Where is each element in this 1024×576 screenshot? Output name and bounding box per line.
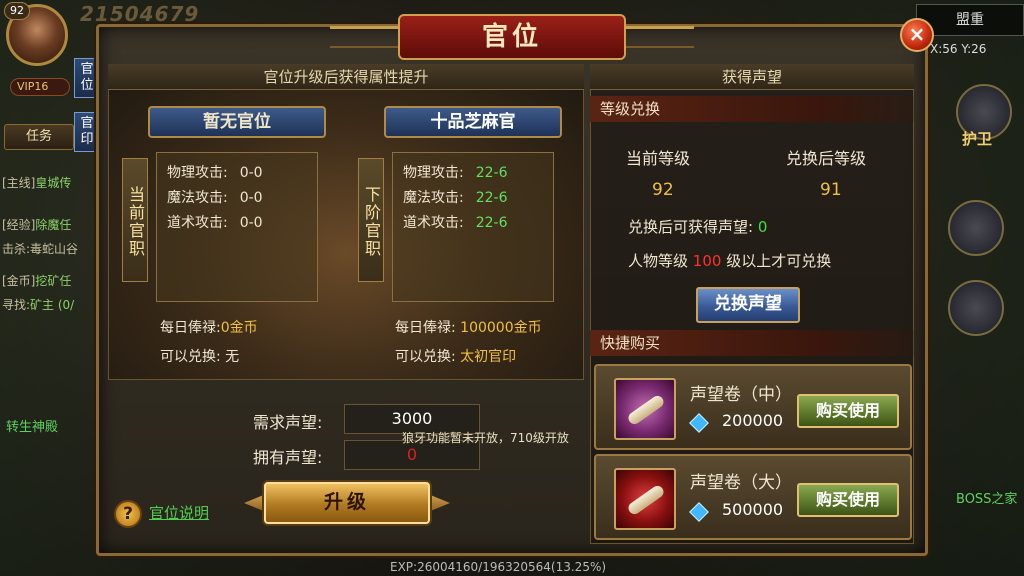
- quest-item[interactable]: [经验]除魔任: [2, 216, 71, 233]
- required-prestige-label: 需求声望:: [253, 413, 323, 432]
- stat-row: 物理攻击: 22-6: [403, 165, 508, 181]
- stat-row: 魔法攻击: 0-0: [167, 190, 263, 206]
- rebirth-temple-label[interactable]: 转生神殿: [6, 416, 58, 435]
- item-name: 声望卷（中）: [690, 385, 792, 405]
- prestige-header: 获得声望: [590, 64, 914, 90]
- exp-readout: EXP:26004160/196320564(13.25%): [390, 560, 607, 574]
- stat-row: 道术攻击: 0-0: [167, 215, 263, 231]
- next-stats-box: 物理攻击: 22-6 魔法攻击: 22-6 道术攻击: 22-6: [392, 152, 554, 302]
- item-price: 200000: [722, 411, 784, 430]
- skill-slot-icon[interactable]: [948, 280, 1004, 336]
- title-ornament-right: [624, 26, 694, 48]
- buy-use-button[interactable]: 购买使用: [797, 394, 899, 428]
- current-exchange: 可以兑换: 无: [160, 349, 240, 365]
- quest-item[interactable]: 击杀:毒蛇山谷: [2, 240, 78, 257]
- current-level-value: 92: [652, 180, 674, 200]
- upgrade-button[interactable]: 升级: [264, 482, 430, 524]
- stat-row: 物理攻击: 0-0: [167, 165, 263, 181]
- current-rank-name: 暂无官位: [148, 106, 326, 138]
- after-level-value: 91: [820, 180, 842, 200]
- after-level-label: 兑换后等级: [786, 149, 867, 168]
- buy-use-button[interactable]: 购买使用: [797, 483, 899, 517]
- guard-label[interactable]: 护卫: [962, 128, 992, 149]
- obtain-prestige: 兑换后可获得声望: 0: [628, 218, 768, 236]
- item-name: 声望卷（大）: [690, 473, 792, 493]
- current-rank-label: 当前官职: [122, 158, 148, 282]
- task-button[interactable]: 任务: [4, 124, 74, 150]
- current-level-label: 当前等级: [626, 149, 691, 168]
- prestige-scroll-medium-icon[interactable]: [614, 378, 676, 440]
- item-price: 500000: [722, 500, 784, 519]
- exchange-prestige-button[interactable]: 兑换声望: [696, 287, 800, 323]
- prestige-scroll-large-icon[interactable]: [614, 468, 676, 530]
- level-exchange-section: 等级兑换: [590, 96, 914, 122]
- help-icon[interactable]: ?: [114, 500, 142, 528]
- next-exchange: 可以兑换: 太初官印: [395, 349, 517, 365]
- current-salary: 每日俸禄:0金币: [160, 320, 258, 336]
- next-rank-name: 十品芝麻官: [384, 106, 562, 138]
- skill-slot-icon[interactable]: [948, 200, 1004, 256]
- quest-item[interactable]: 寻找:矿主 (0/: [2, 296, 74, 313]
- stat-row: 魔法攻击: 22-6: [403, 190, 508, 206]
- quest-item[interactable]: [金币]挖矿任: [2, 272, 71, 289]
- vip-badge[interactable]: VIP16: [10, 78, 70, 96]
- close-button[interactable]: ×: [900, 18, 934, 52]
- quick-buy-section: 快捷购买: [590, 330, 914, 356]
- feature-notice: 狼牙功能暂未开放，710级开放: [402, 431, 569, 445]
- level-requirement: 人物等级 100 级以上才可兑换: [628, 252, 832, 270]
- player-level: 92: [4, 2, 30, 20]
- dialog-title: 官位: [398, 14, 626, 60]
- next-rank-label: 下阶官职: [358, 158, 384, 282]
- attributes-header: 官位升级后获得属性提升: [108, 64, 584, 90]
- rank-help-link[interactable]: 官位说明: [149, 502, 209, 523]
- next-salary: 每日俸禄: 100000金币: [395, 320, 542, 336]
- quest-item[interactable]: [主线]皇城传: [2, 174, 71, 191]
- stat-row: 道术攻击: 22-6: [403, 215, 508, 231]
- owned-prestige-label: 拥有声望:: [253, 448, 323, 467]
- current-stats-box: 物理攻击: 0-0 魔法攻击: 0-0 道术攻击: 0-0: [156, 152, 318, 302]
- title-ornament-left: [330, 26, 400, 48]
- boss-home-label[interactable]: BOSS之家: [956, 488, 1017, 507]
- combat-power: 21504679: [80, 2, 200, 26]
- map-coordinates: X:56 Y:26: [930, 42, 987, 56]
